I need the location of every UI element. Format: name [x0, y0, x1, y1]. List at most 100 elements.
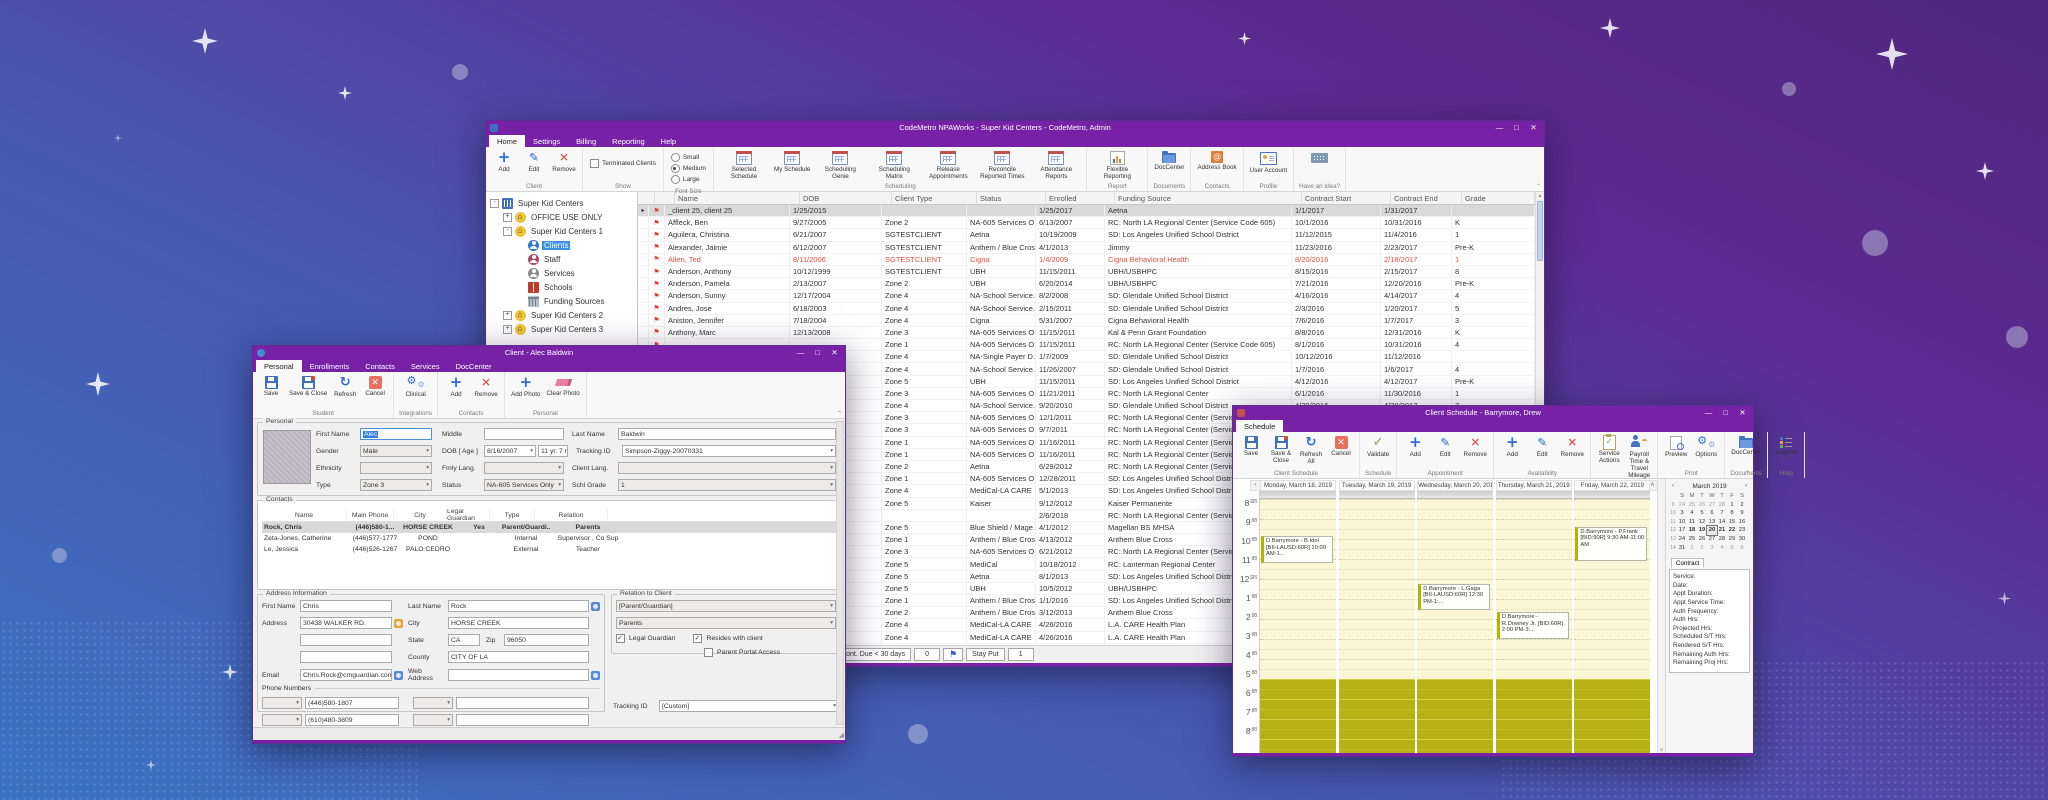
main-checkbox-terminated-clients[interactable]: Terminated Clients	[590, 159, 656, 168]
web-address-input[interactable]	[448, 669, 589, 681]
address-line3-input[interactable]	[300, 651, 392, 663]
calendar-day[interactable]: 1	[1687, 544, 1697, 553]
tracking-id-input[interactable]: Simpson-Ziggy-20070331	[622, 445, 836, 457]
main-button-scheduling-matrix[interactable]: Scheduling Matrix	[867, 149, 921, 181]
calendar-day[interactable]: 27	[1707, 501, 1717, 510]
column-header-dob[interactable]: DOB	[800, 192, 892, 205]
gender-select[interactable]: Male	[360, 445, 432, 457]
main-tab-home[interactable]: Home	[489, 135, 525, 147]
client-tab-enrollments[interactable]: Enrollments	[302, 360, 358, 372]
schedule-button-save-close[interactable]: Save & Close	[1266, 434, 1296, 465]
schedule-button-remove[interactable]: Remove	[1460, 434, 1490, 459]
calendar-next-icon[interactable]: ›	[1742, 483, 1750, 489]
main-tab-billing[interactable]: Billing	[568, 135, 604, 147]
calendar-day[interactable]: 27	[1707, 535, 1717, 544]
city-input[interactable]: HORSE CREEK	[448, 617, 589, 629]
main-button-remove[interactable]: Remove	[549, 149, 579, 174]
table-row[interactable]: ▸⚑_client 25, client 251/25/20151/25/201…	[638, 205, 1535, 217]
calendar-day[interactable]: 3	[1707, 544, 1717, 553]
calendar-day[interactable]: 16	[1737, 518, 1747, 527]
table-row[interactable]: ⚑Aniston, Jennifer7/18/2004Zone 4Cigna5/…	[638, 315, 1535, 327]
column-header-client-type[interactable]: Client Type	[892, 192, 977, 205]
email-input[interactable]: Chris.Rock@cmguardian.com	[300, 669, 392, 681]
calendar-day[interactable]: 8	[1727, 509, 1737, 518]
ethnicity-select[interactable]	[360, 462, 432, 474]
minimize-icon[interactable]: —	[792, 346, 809, 359]
client-button-add-photo[interactable]: Add Photo	[508, 374, 543, 399]
contacts-column-city[interactable]: City	[394, 509, 447, 521]
main-button-flexible-reporting[interactable]: Flexible Reporting	[1090, 149, 1144, 181]
sidebar-item-super-kid-centers-2[interactable]: +Super Kid Centers 2	[486, 308, 637, 322]
schedule-button-payroll-time-travel-mileage[interactable]: Payroll Time & Travel Mileage	[1624, 434, 1654, 480]
phone-number-input[interactable]: (610)480-3809	[305, 714, 399, 726]
contacts-column-name[interactable]: Name	[262, 509, 347, 521]
client-button-save-close[interactable]: Save & Close	[286, 374, 330, 398]
table-row[interactable]: ⚑Andres, Jose6/18/2003Zone 4NA-School Se…	[638, 303, 1535, 315]
calendar-day[interactable]: 26	[1697, 535, 1707, 544]
schedule-button-add[interactable]: Add	[1400, 434, 1430, 459]
main-button-scheduling-genie[interactable]: Scheduling Genie	[813, 149, 867, 181]
collapse-icon[interactable]: -	[503, 227, 512, 236]
calendar-day[interactable]: 9	[1737, 509, 1747, 518]
appointment[interactable]: D.Barrymore - P.Frank [BID:90R] 9:30 AM-…	[1575, 527, 1647, 562]
parent-portal-access-checkbox[interactable]	[704, 648, 713, 657]
client-button-save[interactable]: Save	[256, 374, 286, 398]
calendar-day[interactable]: 15	[1727, 518, 1737, 527]
main-tab-reporting[interactable]: Reporting	[604, 135, 653, 147]
calendar-day[interactable]: 31	[1677, 544, 1687, 553]
phone-number-input[interactable]	[456, 714, 589, 726]
schedule-button-save[interactable]: Save	[1236, 434, 1266, 458]
table-row[interactable]: ⚑Alexander, Jaimie6/12/2007SGTESTCLIENTA…	[638, 242, 1535, 254]
sidebar-item-super-kid-centers-1[interactable]: -Super Kid Centers 1	[486, 224, 637, 238]
calendar-day[interactable]: 6	[1737, 544, 1747, 553]
day-column-wednesday-march-20-2019[interactable]: D.Barrymore - L.Gaga [BII-LAUSD:60R] 12:…	[1417, 491, 1493, 753]
calendar-day[interactable]: 30	[1737, 535, 1747, 544]
calendar-day[interactable]: 18	[1687, 526, 1697, 535]
address-line2-input[interactable]	[300, 634, 392, 646]
status-select[interactable]: NA-605 Services Only	[484, 479, 564, 491]
day-column-thursday-march-21-2019[interactable]: D.Barrymore - R.Downey Jr. [BID:60R] 2:0…	[1496, 491, 1572, 753]
maximize-icon[interactable]: □	[1508, 121, 1525, 134]
phone-type-select[interactable]	[262, 697, 302, 709]
contact-last-name-input[interactable]: Rock	[448, 600, 589, 612]
sidebar-item-office-use-only[interactable]: +OFFICE USE ONLY	[486, 210, 637, 224]
day-column-friday-march-22-2019[interactable]: D.Barrymore - P.Frank [BID:90R] 9:30 AM-…	[1574, 491, 1650, 753]
scrollbar-thumb[interactable]	[1537, 201, 1543, 261]
calendar-day[interactable]: 22	[1727, 526, 1737, 535]
expand-icon[interactable]: +	[503, 325, 512, 334]
column-header-status[interactable]: Status	[977, 192, 1046, 205]
schedule-button-doccenter[interactable]: DocCenter	[1728, 434, 1764, 457]
calendar-day[interactable]: 11	[1687, 518, 1697, 527]
schedule-button-options[interactable]: Options	[1691, 434, 1721, 459]
column-header-funding-source[interactable]: Funding Source	[1115, 192, 1302, 205]
calendar-day[interactable]: 19	[1697, 526, 1707, 535]
appointment[interactable]: D.Barrymore - B.Idol [BII-LAUSD:60R] 10:…	[1261, 536, 1333, 563]
table-row[interactable]: ⚑Affleck, Ben9/27/2005Zone 2NA-605 Servi…	[638, 217, 1535, 229]
contact-sync-icon[interactable]	[591, 602, 600, 611]
schedule-button-service-actions[interactable]: Service Actions	[1594, 434, 1624, 465]
table-row[interactable]: ⚑Anderson, Anthony10/12/1999SGTESTCLIENT…	[638, 266, 1535, 278]
schedule-button-preview[interactable]: Preview	[1661, 434, 1691, 459]
calendar-day[interactable]: 6	[1707, 509, 1717, 518]
contact-row[interactable]: Zeta-Jones, Catherine(446)577-1777PONDIn…	[262, 533, 836, 544]
appointment[interactable]: D.Barrymore - R.Downey Jr. [BID:60R] 2:0…	[1497, 612, 1569, 639]
day-header-friday-march-22-2019[interactable]: Friday, March 22, 2019	[1574, 480, 1650, 491]
phone-type-select[interactable]	[413, 714, 453, 726]
tracking-id-footer-select[interactable]: [Custom]	[659, 700, 839, 712]
relation-value-select[interactable]: Parents	[616, 617, 836, 629]
client-form-scrollbar[interactable]	[836, 421, 844, 725]
calendar-day[interactable]: 20	[1707, 526, 1717, 535]
table-row[interactable]: ⚑Anderson, Sunny12/17/2004Zone 4NA-Schoo…	[638, 290, 1535, 302]
ribbon-collapse-icon[interactable]: ⌃	[1536, 183, 1541, 190]
sidebar-item-funding-sources[interactable]: Funding Sources	[486, 294, 637, 308]
day-column-monday-march-18-2019[interactable]: D.Barrymore - B.Idol [BII-LAUSD:60R] 10:…	[1260, 491, 1336, 753]
main-button-edit[interactable]: Edit	[519, 149, 549, 174]
schedule-button-validate[interactable]: Validate	[1363, 434, 1393, 459]
appointment[interactable]: D.Barrymore - L.Gaga [BII-LAUSD:60R] 12:…	[1418, 584, 1490, 611]
contact-row[interactable]: Rock, Chris(446)580-1...HORSE CREEKYes[P…	[262, 522, 836, 533]
family-language-select[interactable]	[484, 462, 564, 474]
main-radio-large[interactable]: Large	[671, 175, 706, 184]
schedule-button-add[interactable]: Add	[1497, 434, 1527, 459]
client-tab-services[interactable]: Services	[403, 360, 448, 372]
sidebar-item-super-kid-centers[interactable]: -Super Kid Centers	[486, 196, 637, 210]
